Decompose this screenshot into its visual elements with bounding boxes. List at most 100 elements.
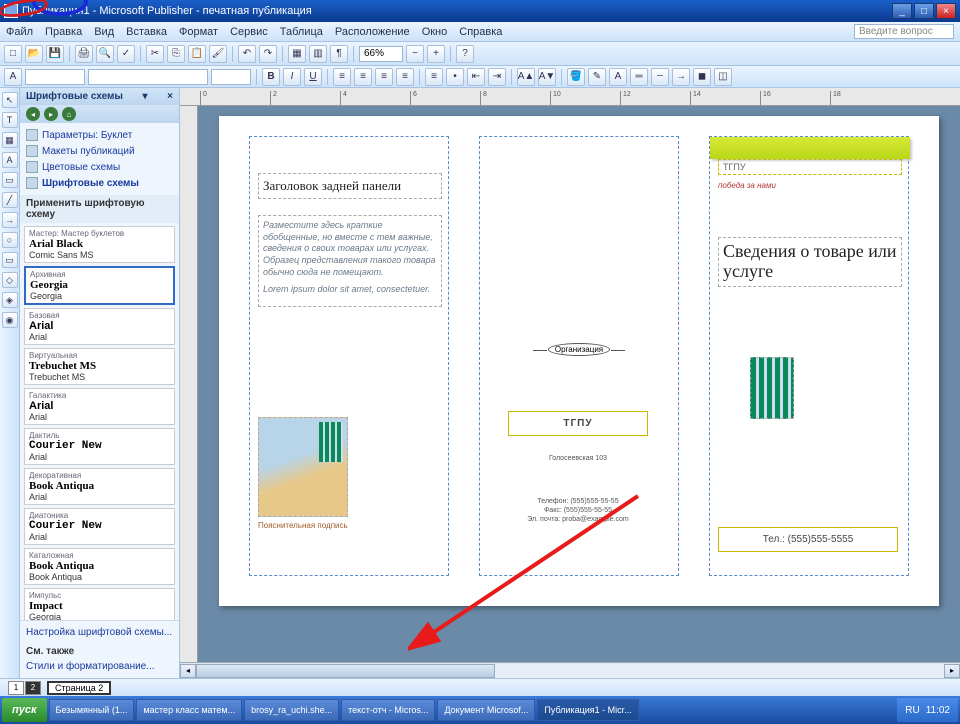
menu-tools[interactable]: Сервис [230,26,268,38]
back-panel-body[interactable]: Разместите здесь краткие обобщенные, но … [258,215,442,307]
org-logo[interactable]: Организация [524,343,634,356]
taskbar-item-active[interactable]: Публикация1 - Micr... [537,699,638,721]
picture-tool[interactable]: ▭ [2,172,18,188]
page-nav-2[interactable]: 2 [25,681,41,695]
open-button[interactable]: 📂 [25,45,43,63]
front-brand[interactable]: ТГПУ [718,159,902,175]
zoom-in-button[interactable]: + [427,45,445,63]
taskbar-item[interactable]: Безымянный (1... [49,699,135,721]
indent-dec-button[interactable]: ⇤ [467,68,485,86]
new-button[interactable]: □ [4,45,22,63]
styles-formatting-link[interactable]: Стили и форматирование... [26,659,173,674]
task-pane-close-icon[interactable]: × [167,91,173,102]
underline-button[interactable]: U [304,68,322,86]
brochure-panel-middle[interactable]: Организация ТГПУ Голосеевская 103 Телефо… [479,136,679,576]
page-nav-1[interactable]: 1 [8,681,24,695]
font-scheme-item[interactable]: АрхивнаяGeorgiaGeorgia [24,266,175,305]
nav-fwd-button[interactable]: ▸ [44,107,58,121]
link-color-schemes[interactable]: Цветовые схемы [26,159,173,175]
align-center-button[interactable]: ≡ [354,68,372,86]
link-layouts[interactable]: Макеты публикаций [26,143,173,159]
customize-scheme-link[interactable]: Настройка шрифтовой схемы... [26,625,173,640]
line-style-button[interactable]: ═ [630,68,648,86]
front-accent-bar[interactable] [710,137,910,159]
font-scheme-item[interactable]: ГалактикаArialArial [24,388,175,425]
bullets-button[interactable]: • [446,68,464,86]
redo-button[interactable]: ↷ [259,45,277,63]
font-scheme-item[interactable]: ДекоративнаяBook AntiquaArial [24,468,175,505]
spell-button[interactable]: ✓ [117,45,135,63]
font-scheme-item[interactable]: БазоваяArialArial [24,308,175,345]
front-image[interactable] [750,357,794,419]
font-scheme-item[interactable]: ВиртуальнаяTrebuchet MSTrebuchet MS [24,348,175,385]
front-title[interactable]: Сведения о товаре или услуге [718,237,902,287]
nav-home-button[interactable]: ⌂ [62,107,76,121]
nav-back-button[interactable]: ◂ [26,107,40,121]
font-scheme-item[interactable]: ДиатоникаCourier NewArial [24,508,175,545]
menu-edit[interactable]: Правка [45,26,82,38]
menu-help[interactable]: Справка [459,26,502,38]
numbering-button[interactable]: ≡ [425,68,443,86]
maximize-button[interactable]: □ [914,3,934,19]
menu-view[interactable]: Вид [94,26,114,38]
scroll-right-button[interactable]: ▸ [944,664,960,678]
org-contact[interactable]: Телефон: (555)555-55-55 Факс: (555)555-5… [508,497,648,524]
horizontal-ruler[interactable]: 024681012141618 [180,88,960,106]
taskbar-item[interactable]: brosy_ra_uchi.she... [244,699,339,721]
org-address[interactable]: Голосеевская 103 [508,455,648,462]
line-color-button[interactable]: ✎ [588,68,606,86]
horizontal-scrollbar[interactable]: ◂ ▸ [180,662,960,678]
start-button[interactable]: пуск [2,698,47,722]
textbox-tool[interactable]: T [2,112,18,128]
page-tab[interactable]: Страница 2 [47,681,111,695]
taskbar-item[interactable]: текст-отч - Micros... [341,699,435,721]
font-combo[interactable] [88,69,208,85]
menu-file[interactable]: Файл [6,26,33,38]
back-panel-image[interactable] [258,417,348,517]
size-combo[interactable] [211,69,251,85]
line-tool[interactable]: ╱ [2,192,18,208]
font-grow-button[interactable]: A▲ [517,68,535,86]
rect-tool[interactable]: ▭ [2,252,18,268]
minimize-button[interactable]: _ [892,3,912,19]
align-justify-button[interactable]: ≡ [396,68,414,86]
help-search-input[interactable]: Введите вопрос [854,24,954,39]
tray-lang[interactable]: RU [905,705,919,716]
save-button[interactable]: 💾 [46,45,64,63]
menu-format[interactable]: Формат [179,26,218,38]
align-right-button[interactable]: ≡ [375,68,393,86]
scroll-thumb[interactable] [196,664,495,678]
style-combo[interactable] [25,69,85,85]
font-color-button[interactable]: A [609,68,627,86]
menu-insert[interactable]: Вставка [126,26,167,38]
front-phone-box[interactable]: Тел.: (555)555-5555 [718,527,898,552]
menu-window[interactable]: Окно [422,26,448,38]
fill-color-button[interactable]: 🪣 [567,68,585,86]
help-button[interactable]: ? [456,45,474,63]
brochure-panel-front[interactable]: ТГПУ победа за нами Сведения о товаре ил… [709,136,909,576]
shadow-button[interactable]: ◼ [693,68,711,86]
paste-button[interactable]: 📋 [188,45,206,63]
brochure-panel-back[interactable]: Заголовок задней панели Разместите здесь… [249,136,449,576]
3d-button[interactable]: ◫ [714,68,732,86]
taskbar-item[interactable]: Документ Microsof... [437,699,535,721]
arrow-tool[interactable]: → [2,212,18,228]
vertical-ruler[interactable] [180,106,198,662]
pointer-tool[interactable]: ↖ [2,92,18,108]
taskbar-item[interactable]: мастер класс матем... [136,699,242,721]
styles-button[interactable]: A [4,68,22,86]
zoom-out-button[interactable]: − [406,45,424,63]
bold-button[interactable]: B [262,68,280,86]
font-scheme-item[interactable]: ДактильCourier NewArial [24,428,175,465]
back-panel-caption[interactable]: Пояснительная подпись [258,521,348,530]
font-scheme-item[interactable]: ИмпульсImpactGeorgia [24,588,175,620]
wordart-tool[interactable]: A [2,152,18,168]
org-name-box[interactable]: ТГПУ [508,411,648,436]
link-font-schemes[interactable]: Шрифтовые схемы [26,175,173,191]
system-tray[interactable]: RU 11:02 [897,698,958,722]
preview-button[interactable]: 🔍 [96,45,114,63]
table-tool[interactable]: ▦ [2,132,18,148]
indent-inc-button[interactable]: ⇥ [488,68,506,86]
cut-button[interactable]: ✂ [146,45,164,63]
document-scroll-area[interactable]: Заголовок задней панели Разместите здесь… [198,106,960,662]
